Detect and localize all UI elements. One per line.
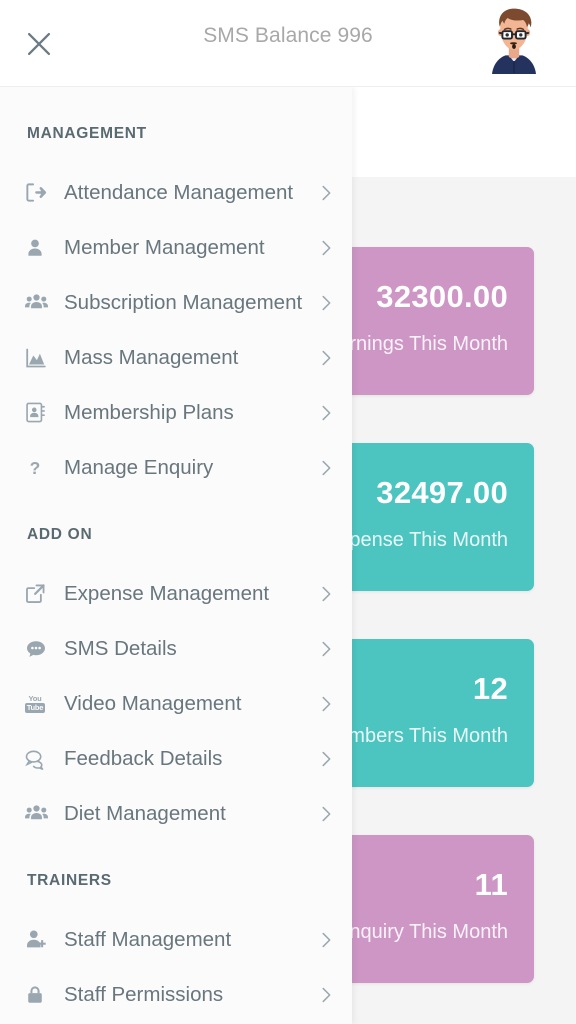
contact-book-icon [24,401,54,424]
question-mark-icon: ? [24,457,54,479]
menu-item-label: SMS Details [64,636,177,660]
menu-item-expense-management[interactable]: Expense Management [0,566,352,621]
chevron-right-icon [315,402,337,424]
section-header-management: MANAGEMENT [27,125,147,142]
user-icon [24,237,54,259]
comments-icon [24,747,54,771]
menu-item-manage-enquiry[interactable]: ? Manage Enquiry [0,440,352,495]
lock-icon [24,984,54,1006]
menu-item-member-management[interactable]: Member Management [0,220,352,275]
chevron-right-icon [315,929,337,951]
svg-text:?: ? [30,457,41,477]
menu-item-staff-permissions[interactable]: Staff Permissions [0,967,352,1022]
chevron-right-icon [315,182,337,204]
section-header-trainers: TRAINERS [27,872,112,889]
menu-item-label: Attendance Management [64,180,294,204]
menu-item-label: Video Management [64,691,242,715]
app-header: SMS Balance 996 [0,0,576,87]
chevron-right-icon [315,638,337,660]
chevron-right-icon [315,583,337,605]
chevron-right-icon [315,693,337,715]
section-header-add-on: ADD ON [27,526,93,543]
user-avatar[interactable] [483,4,545,74]
chevron-right-icon [315,803,337,825]
menu-item-label: Expense Management [64,581,270,605]
app-root: 32300.00 Earnings This Month 32497.00 Ex… [0,0,576,1024]
menu-item-label: Staff Management [64,927,232,951]
menu-item-mass-management[interactable]: Mass Management [0,330,352,385]
sign-out-icon [24,181,54,204]
chevron-right-icon [315,292,337,314]
chevron-right-icon [315,748,337,770]
navigation-drawer: MANAGEMENT Attendance Management Member … [0,87,352,1024]
menu-item-label: Manage Enquiry [64,455,214,479]
menu-item-label: Subscription Management [64,290,303,314]
menu-item-staff-management[interactable]: Staff Management [0,912,352,967]
youtube-icon: You Tube [24,693,46,713]
menu-item-label: Membership Plans [64,400,234,424]
external-link-icon [24,582,54,605]
menu-item-membership-plans[interactable]: Membership Plans [0,385,352,440]
users-group-icon [24,290,54,315]
users-group-icon [24,801,54,826]
menu-item-attendance-management[interactable]: Attendance Management [0,165,352,220]
menu-item-label: Staff Permissions [64,982,224,1006]
menu-item-label: Diet Management [64,801,226,825]
menu-item-sms-details[interactable]: SMS Details [0,621,352,676]
area-chart-icon [24,346,54,370]
menu-item-label: Mass Management [64,345,239,369]
menu-item-video-management[interactable]: You Tube Video Management [0,676,352,731]
menu-item-diet-management[interactable]: Diet Management [0,786,352,841]
user-plus-icon [24,927,54,952]
menu-item-feedback-details[interactable]: Feedback Details [0,731,352,786]
comment-dots-icon [24,637,54,661]
menu-item-label: Member Management [64,235,265,259]
drawer-content: MANAGEMENT Attendance Management Member … [0,125,352,1024]
chevron-right-icon [315,457,337,479]
chevron-right-icon [315,347,337,369]
chevron-right-icon [315,237,337,259]
menu-item-subscription-management[interactable]: Subscription Management [0,275,352,330]
chevron-right-icon [315,984,337,1006]
menu-item-label: Feedback Details [64,746,223,770]
